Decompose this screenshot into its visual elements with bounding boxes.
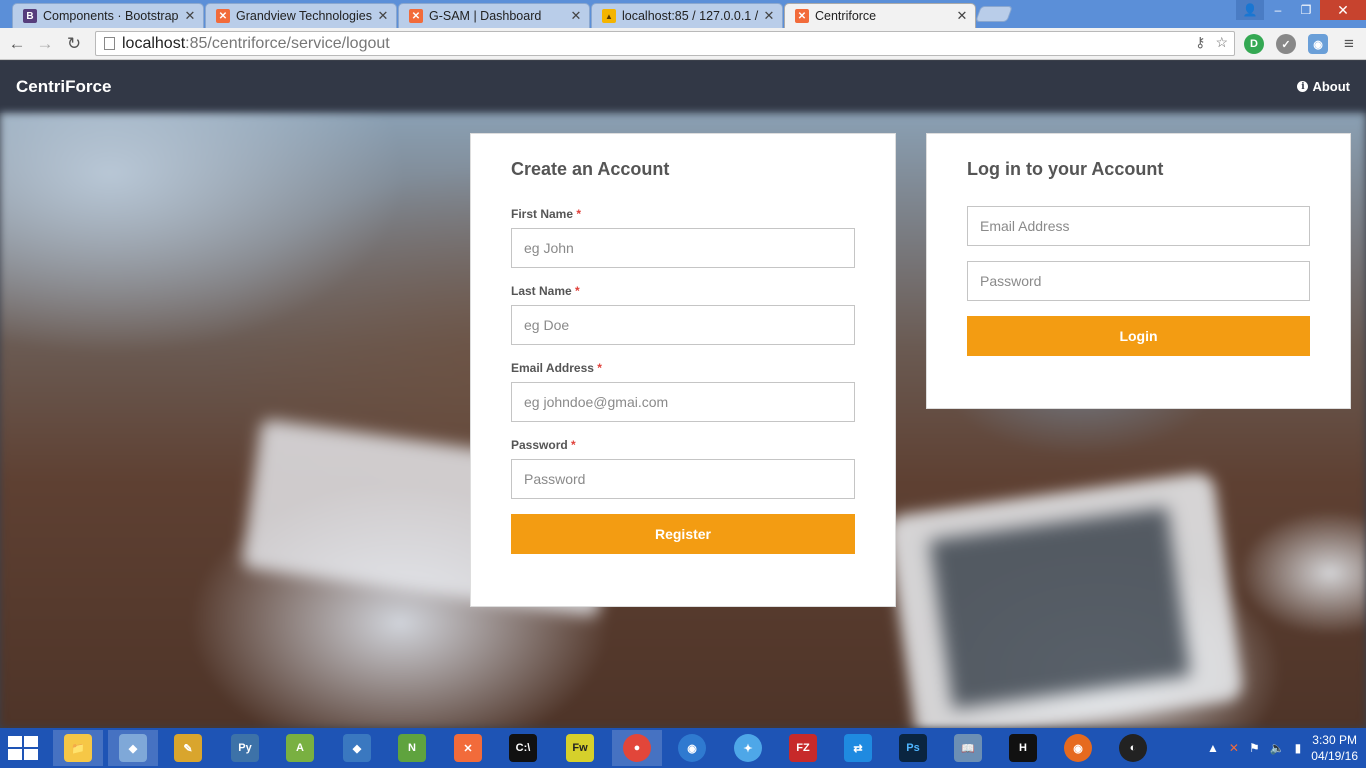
restore-icon[interactable]: ❐ [1292,0,1320,20]
register-button[interactable]: Register [511,514,855,554]
firefox-icon[interactable]: ◉ [1053,730,1103,766]
xampp-icon: ✕ [216,9,230,23]
first-name-label: First Name * [511,207,582,221]
window-controls: 👤 – ❐ ✕ [1236,0,1366,20]
clock[interactable]: 3:30 PM 04/19/16 [1311,732,1358,764]
browser-tab-centriforce[interactable]: ✕ Centriforce ✕ [784,3,976,28]
tab-title: Centriforce [815,9,877,23]
browser-tab-phpmyadmin[interactable]: ▲ localhost:85 / 127.0.0.1 / c ✕ [591,3,783,28]
close-icon[interactable]: ✕ [376,8,390,24]
xampp-icon: ✕ [409,9,423,23]
firefox-dev-icon[interactable]: ◉ [667,730,717,766]
android-studio-icon[interactable]: A [275,730,325,766]
tab-title: G-SAM | Dashboard [429,9,542,23]
teamviewer-icon[interactable]: ⇄ [833,730,883,766]
user-icon[interactable]: 👤 [1236,0,1264,20]
register-email-input[interactable] [511,382,855,422]
key-icon[interactable]: ⚷ [1195,34,1205,51]
command-prompt-icon[interactable]: C:\ [498,730,548,766]
clock-date: 04/19/16 [1311,749,1358,763]
required-mark: * [571,438,576,452]
new-tab-button[interactable] [975,6,1013,22]
first-name-input[interactable] [511,228,855,268]
browser-tab-bootstrap[interactable]: B Components · Bootstrap ✕ [12,3,204,28]
notepad-icon[interactable]: N [387,730,437,766]
brand-logo[interactable]: CentriForce [16,77,111,97]
phpmyadmin-icon: ▲ [602,9,616,23]
url-host: localhost [122,34,186,52]
forward-icon[interactable]: → [34,33,56,55]
about-label: About [1312,79,1350,94]
page-icon [104,37,115,50]
menu-icon[interactable]: ≡ [1338,33,1360,55]
required-mark: * [597,361,602,375]
url-path: :85/centriforce/service/logout [185,34,390,52]
browser-tab-grandview[interactable]: ✕ Grandview Technologies ✕ [205,3,397,28]
last-name-input[interactable] [511,305,855,345]
site-navbar: CentriForce i About [0,61,1366,113]
tools-icon[interactable]: ✎ [163,730,213,766]
browser-tab-gsam[interactable]: ✕ G-SAM | Dashboard ✕ [398,3,590,28]
tray-expand-icon[interactable]: ▲ [1207,741,1219,755]
back-icon[interactable]: ← [6,33,28,55]
reload-icon[interactable]: ↻ [63,33,85,55]
login-title: Log in to your Account [967,159,1164,179]
close-icon[interactable]: ✕ [955,8,969,24]
virtualbox-icon[interactable]: ◆ [108,730,158,766]
photoshop-icon[interactable]: Ps [888,730,938,766]
register-password-input[interactable] [511,459,855,499]
register-password-label: Password * [511,438,576,452]
browser-tab-strip: B Components · Bootstrap ✕ ✕ Grandview T… [0,0,1366,28]
taskbar: 📁 ◆ ✎ Py A ◆ N ✕ C:\ Fw ● ◉ ✦ FZ ⇄ Ps 📖 … [0,728,1366,768]
tab-title: localhost:85 / 127.0.0.1 / c [622,9,762,23]
required-mark: * [575,284,580,298]
windows-start-icon[interactable] [8,736,38,760]
clock-time: 3:30 PM [1312,733,1357,747]
required-mark: * [576,207,582,221]
volume-icon[interactable]: 🔈 [1270,741,1285,755]
safari-icon[interactable]: ✦ [723,730,773,766]
network-icon[interactable]: ⚑ [1249,741,1260,755]
login-password-input[interactable] [967,261,1310,301]
filezilla-icon[interactable]: FZ [778,730,828,766]
bootstrap-icon: B [23,9,37,23]
obs-icon[interactable]: ◐ [1108,730,1158,766]
close-icon[interactable]: ✕ [762,8,776,24]
minimize-icon[interactable]: – [1264,0,1292,20]
about-link[interactable]: i About [1297,79,1350,94]
tab-title: Components · Bootstrap [43,9,179,23]
info-icon: i [1297,81,1309,92]
window-close-icon[interactable]: ✕ [1320,0,1366,20]
browser-toolbar: ← → ↻ localhost:85/centriforce/service/l… [0,28,1366,60]
bookmark-star-icon[interactable]: ☆ [1215,34,1228,51]
fireworks-icon[interactable]: Fw [555,730,605,766]
book-icon[interactable]: 📖 [943,730,993,766]
tab-title: Grandview Technologies [236,9,372,23]
login-button[interactable]: Login [967,316,1310,356]
last-name-label: Last Name * [511,284,580,298]
login-card: Log in to your Account Login [926,133,1351,409]
register-email-label: Email Address * [511,361,602,375]
close-icon[interactable]: ✕ [569,8,583,24]
file-explorer-icon[interactable]: 📁 [53,730,103,766]
python-icon[interactable]: Py [220,730,270,766]
hyper-icon[interactable]: H [998,730,1048,766]
wifi-icon[interactable]: ▮ [1295,741,1302,755]
xampp-tray-icon[interactable]: ✕ [1229,741,1239,755]
camera-icon[interactable]: ◉ [1308,34,1328,54]
address-bar[interactable]: localhost:85/centriforce/service/logout … [95,31,1235,56]
register-title: Create an Account [511,159,670,179]
system-tray: ▲ ✕ ⚑ 🔈 ▮ 3:30 PM 04/19/16 [1207,728,1358,768]
chrome-icon[interactable]: ● [612,730,662,766]
xampp-icon: ✕ [795,9,809,23]
extension-check-icon[interactable]: ✓ [1276,34,1296,54]
register-card: Create an Account First Name * Last Name… [470,133,896,607]
xampp-taskbar-icon[interactable]: ✕ [443,730,493,766]
login-email-input[interactable] [967,206,1310,246]
close-icon[interactable]: ✕ [183,8,197,24]
git-icon[interactable]: ◆ [332,730,382,766]
extension-d-icon[interactable]: D [1244,34,1264,54]
